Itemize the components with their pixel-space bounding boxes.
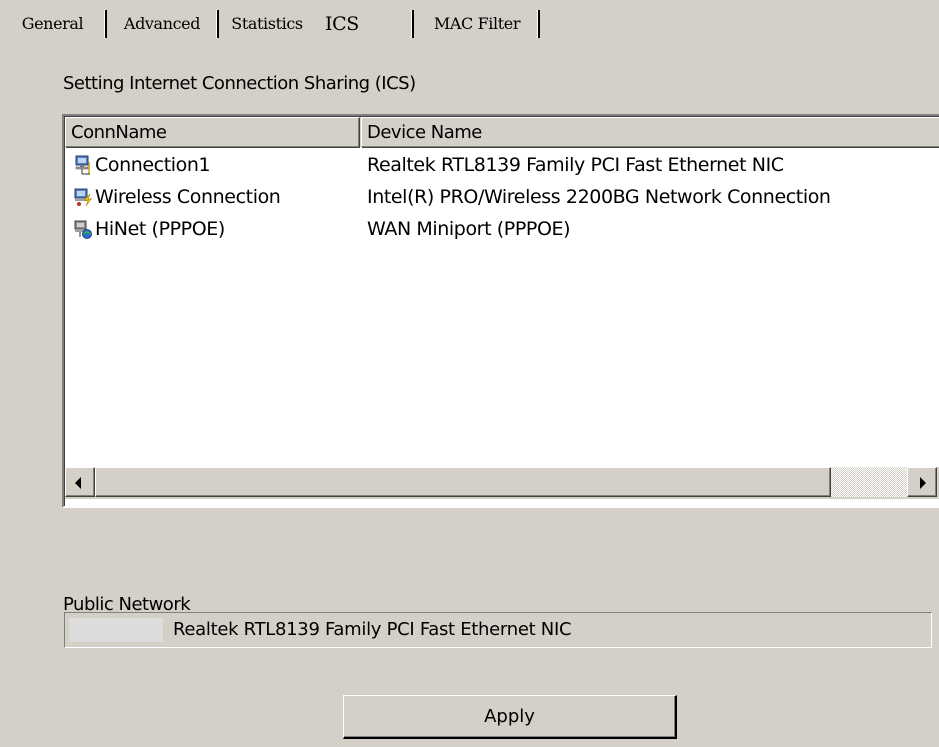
tab-strip: General Advanced Statistics ICS MAC Filt… (0, 8, 939, 42)
tab-statistics[interactable]: Statistics (219, 8, 315, 40)
scroll-right-button[interactable] (907, 467, 937, 497)
row-name-cell: Wireless Connection (73, 181, 281, 213)
row-device-cell: Intel(R) PRO/Wireless 2200BG Network Con… (367, 186, 831, 208)
scrollbar-track[interactable] (831, 467, 907, 497)
public-network-field[interactable]: Realtek RTL8139 Family PCI Fast Ethernet… (64, 612, 932, 648)
tab-general[interactable]: General (0, 8, 105, 40)
tab-advanced[interactable]: Advanced (107, 8, 217, 40)
broadband-connection-icon (73, 218, 93, 240)
row-name-text: Connection1 (95, 154, 211, 176)
row-name-text: Wireless Connection (95, 186, 281, 208)
row-name-text: HiNet (PPPOE) (95, 218, 225, 240)
row-device-cell: WAN Miniport (PPPOE) (367, 218, 571, 240)
list-row-hinet-pppoe[interactable]: HiNet (PPPOE) WAN Miniport (PPPOE) (65, 213, 939, 245)
wireless-connection-icon (73, 186, 93, 208)
row-name-cell: HiNet (PPPOE) (73, 213, 225, 245)
public-network-value: Realtek RTL8139 Family PCI Fast Ethernet… (173, 619, 572, 640)
list-header: ConnName Device Name (65, 117, 939, 147)
tab-separator (411, 10, 414, 38)
tab-mac-filter[interactable]: MAC Filter (415, 8, 539, 40)
row-device-cell: Realtek RTL8139 Family PCI Fast Ethernet… (367, 154, 784, 176)
horizontal-scrollbar[interactable] (65, 467, 939, 499)
column-header-device-name[interactable]: Device Name (361, 117, 939, 147)
row-name-cell: Connection1 (73, 149, 211, 181)
ics-section-label: Setting Internet Connection Sharing (ICS… (63, 73, 416, 94)
public-network-field-blank (69, 618, 163, 642)
tab-ics[interactable]: ICS (317, 8, 413, 40)
scroll-left-button[interactable] (65, 467, 95, 497)
list-row-connection1[interactable]: Connection1 Realtek RTL8139 Family PCI F… (65, 149, 939, 181)
column-header-connname[interactable]: ConnName (65, 117, 359, 147)
list-row-wireless-connection[interactable]: Wireless Connection Intel(R) PRO/Wireles… (65, 181, 939, 213)
connection-list[interactable]: ConnName Device Name Connection1 Realtek… (62, 114, 939, 508)
arrow-right-icon (920, 477, 926, 489)
lan-connection-icon (73, 154, 93, 176)
connection-list-frame: ConnName Device Name Connection1 Realtek… (64, 116, 939, 506)
apply-button[interactable]: Apply (343, 695, 677, 739)
list-rows: Connection1 Realtek RTL8139 Family PCI F… (65, 149, 939, 245)
tab-separator (537, 10, 540, 38)
arrow-left-icon (75, 477, 81, 489)
scrollbar-thumb[interactable] (95, 467, 831, 497)
